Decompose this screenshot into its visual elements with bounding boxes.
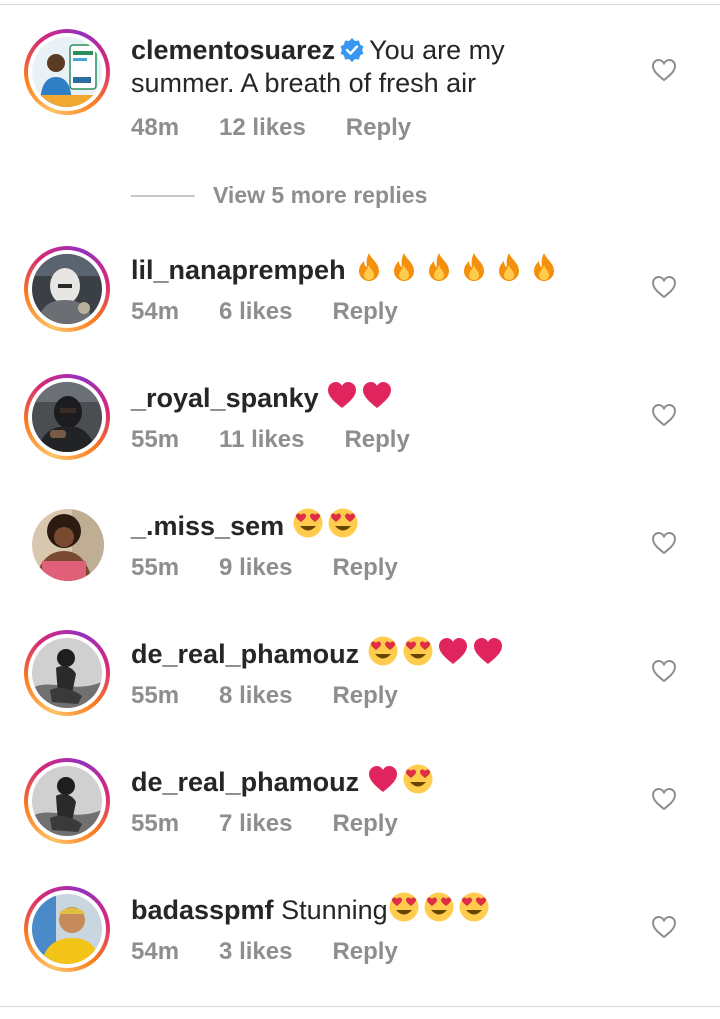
heart-eyes-emoji-icon bbox=[402, 635, 434, 675]
fire-emoji-icon bbox=[423, 251, 455, 291]
like-heart-icon[interactable] bbox=[651, 58, 677, 82]
fire-emoji-icon bbox=[458, 251, 490, 291]
timestamp: 54m bbox=[131, 938, 180, 965]
heart-eyes-emoji-icon bbox=[458, 891, 490, 931]
username[interactable]: _royal_spanky bbox=[131, 383, 319, 413]
like-heart-icon[interactable] bbox=[651, 275, 677, 299]
comment-text-line1: de_real_phamouz bbox=[131, 763, 434, 803]
avatar[interactable] bbox=[24, 246, 110, 332]
heart-eyes-emoji-icon bbox=[388, 891, 420, 931]
comment-text: You are my bbox=[369, 35, 505, 65]
replies-dash bbox=[131, 194, 195, 197]
fire-emoji-icon bbox=[528, 251, 560, 291]
timestamp: 48m bbox=[131, 114, 180, 141]
timestamp: 55m bbox=[131, 426, 180, 453]
comment-text: Stunning bbox=[281, 895, 388, 925]
comment-meta: 55m 8 likes Reply bbox=[131, 682, 398, 710]
fire-emoji-icon bbox=[353, 251, 385, 291]
avatar[interactable] bbox=[24, 758, 110, 844]
comment-text-line1: de_real_phamouz bbox=[131, 635, 504, 675]
heart-eyes-emoji-icon bbox=[327, 507, 359, 547]
comment-meta: 48m 12 likes Reply bbox=[131, 114, 411, 142]
avatar[interactable] bbox=[24, 29, 110, 115]
avatar-photo bbox=[32, 894, 102, 964]
avatar[interactable] bbox=[32, 509, 104, 581]
red-heart-emoji-icon bbox=[361, 379, 393, 419]
reply-button[interactable]: Reply bbox=[332, 682, 397, 710]
comment-text-line1: clementosuarez You are my bbox=[131, 34, 505, 71]
reply-button[interactable]: Reply bbox=[346, 114, 411, 142]
heart-eyes-emoji-icon bbox=[423, 891, 455, 931]
heart-eyes-emoji-icon bbox=[402, 763, 434, 803]
timestamp: 55m bbox=[131, 682, 180, 709]
comment-text-line1: badasspmf Stunning bbox=[131, 891, 490, 931]
comment-meta: 55m 7 likes Reply bbox=[131, 810, 398, 838]
avatar[interactable] bbox=[24, 374, 110, 460]
heart-eyes-emoji-icon bbox=[367, 635, 399, 675]
avatar-photo bbox=[32, 766, 102, 836]
username[interactable]: _.miss_sem bbox=[131, 511, 284, 541]
view-more-replies-label[interactable]: View 5 more replies bbox=[213, 182, 427, 208]
comment-meta: 55m 9 likes Reply bbox=[131, 554, 398, 582]
comment-text-line2: summer. A breath of fresh air bbox=[131, 67, 476, 100]
username[interactable]: de_real_phamouz bbox=[131, 767, 359, 797]
comment-text-line1: _royal_spanky bbox=[131, 379, 393, 419]
reply-button[interactable]: Reply bbox=[332, 298, 397, 326]
username[interactable]: lil_nanaprempeh bbox=[131, 255, 346, 285]
comment-text: summer. A breath of fresh air bbox=[131, 68, 477, 98]
avatar-photo bbox=[32, 254, 102, 324]
timestamp: 54m bbox=[131, 298, 180, 325]
likes-count[interactable]: 11 likes bbox=[219, 426, 304, 454]
comment-text-line1: _.miss_sem bbox=[131, 507, 359, 547]
likes-count[interactable]: 7 likes bbox=[219, 810, 292, 838]
likes-count[interactable]: 9 likes bbox=[219, 554, 292, 582]
bottom-divider bbox=[0, 1006, 720, 1007]
top-divider bbox=[0, 4, 720, 5]
red-heart-emoji-icon bbox=[326, 379, 358, 419]
likes-count[interactable]: 8 likes bbox=[219, 682, 292, 710]
reply-button[interactable]: Reply bbox=[332, 810, 397, 838]
reply-button[interactable]: Reply bbox=[332, 938, 397, 966]
avatar[interactable] bbox=[24, 886, 110, 972]
username[interactable]: badasspmf bbox=[131, 895, 274, 925]
comment-meta: 54m 3 likes Reply bbox=[131, 938, 398, 966]
avatar-photo bbox=[32, 37, 102, 107]
avatar[interactable] bbox=[24, 630, 110, 716]
like-heart-icon[interactable] bbox=[651, 403, 677, 427]
likes-count[interactable]: 3 likes bbox=[219, 938, 292, 966]
reply-button[interactable]: Reply bbox=[332, 554, 397, 582]
username[interactable]: clementosuarez bbox=[131, 35, 335, 65]
like-heart-icon[interactable] bbox=[651, 787, 677, 811]
like-heart-icon[interactable] bbox=[651, 531, 677, 555]
fire-emoji-icon bbox=[388, 251, 420, 291]
timestamp: 55m bbox=[131, 810, 180, 837]
comment-text-line1: lil_nanaprempeh bbox=[131, 251, 560, 291]
red-heart-emoji-icon bbox=[472, 635, 504, 675]
like-heart-icon[interactable] bbox=[651, 659, 677, 683]
heart-eyes-emoji-icon bbox=[292, 507, 324, 547]
red-heart-emoji-icon bbox=[437, 635, 469, 675]
like-heart-icon[interactable] bbox=[651, 915, 677, 939]
comment-meta: 54m 6 likes Reply bbox=[131, 298, 398, 326]
avatar-photo bbox=[32, 382, 102, 452]
view-more-replies-button[interactable]: View 5 more replies bbox=[131, 182, 427, 212]
avatar-photo bbox=[32, 638, 102, 708]
timestamp: 55m bbox=[131, 554, 180, 581]
likes-count[interactable]: 6 likes bbox=[219, 298, 292, 326]
reply-button[interactable]: Reply bbox=[344, 426, 409, 454]
username[interactable]: de_real_phamouz bbox=[131, 639, 359, 669]
comment-meta: 55m 11 likes Reply bbox=[131, 426, 410, 454]
verified-badge-icon bbox=[339, 37, 365, 71]
red-heart-emoji-icon bbox=[367, 763, 399, 803]
fire-emoji-icon bbox=[493, 251, 525, 291]
likes-count[interactable]: 12 likes bbox=[219, 114, 306, 142]
